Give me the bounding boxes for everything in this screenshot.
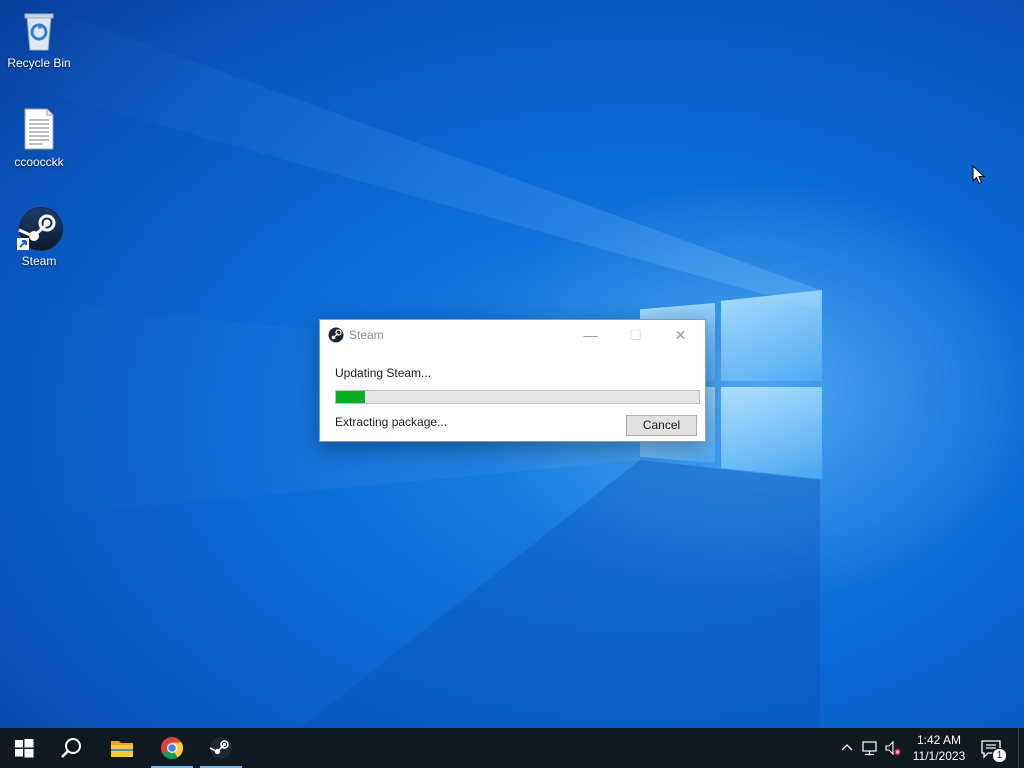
volume-muted-icon[interactable] — [885, 740, 901, 756]
desktop-icon-recycle-bin[interactable]: Recycle Bin — [0, 8, 78, 70]
chrome-icon — [161, 737, 183, 759]
cancel-button[interactable]: Cancel — [626, 415, 697, 436]
close-button[interactable]: ✕ — [658, 320, 703, 350]
dialog-titlebar[interactable]: Steam — ☐ ✕ — [320, 320, 705, 350]
desktop-icon-label: Recycle Bin — [7, 56, 71, 70]
steam-icon — [209, 737, 232, 759]
desktop-icon-steam[interactable]: Steam — [0, 206, 78, 268]
network-icon[interactable] — [862, 740, 878, 756]
windows-start-icon — [15, 739, 34, 758]
taskbar-file-explorer[interactable] — [98, 728, 146, 768]
taskbar[interactable]: 1:42 AM 11/1/2023 1 — [0, 728, 1024, 768]
folder-icon — [111, 741, 133, 757]
desktop-icon-label: ccoocckk — [14, 155, 64, 169]
search-button[interactable] — [48, 728, 96, 768]
notification-count-badge: 1 — [992, 748, 1007, 763]
clock-time: 1:42 AM — [916, 733, 962, 747]
progress-fill — [336, 391, 366, 403]
taskbar-steam[interactable] — [197, 728, 245, 768]
mouse-cursor-icon — [972, 165, 986, 185]
chevron-up-icon[interactable] — [839, 740, 855, 756]
taskbar-clock[interactable]: 1:42 AM 11/1/2023 — [904, 732, 974, 764]
clock-date: 11/1/2023 — [912, 749, 966, 763]
show-desktop-button[interactable] — [1018, 728, 1024, 768]
taskbar-chrome[interactable] — [148, 728, 196, 768]
update-substatus-text: Extracting package... — [335, 415, 448, 429]
steam-shortcut-icon — [17, 206, 63, 251]
steam-icon — [328, 327, 344, 343]
maximize-button: ☐ — [629, 327, 642, 343]
start-button[interactable] — [0, 728, 48, 768]
search-icon — [61, 738, 81, 758]
minimize-button[interactable]: — — [568, 320, 613, 350]
dialog-title: Steam — [349, 328, 384, 342]
text-document-icon — [17, 107, 61, 151]
desktop-icon-ccoocckk[interactable]: ccoocckk — [0, 107, 78, 169]
update-progress-bar — [335, 390, 700, 404]
desktop-icon-label: Steam — [21, 254, 57, 268]
recycle-bin-icon — [17, 8, 61, 52]
update-status-text: Updating Steam... — [335, 366, 432, 380]
steam-update-dialog[interactable]: Steam — ☐ ✕ Updating Steam... Extracting… — [319, 319, 706, 442]
